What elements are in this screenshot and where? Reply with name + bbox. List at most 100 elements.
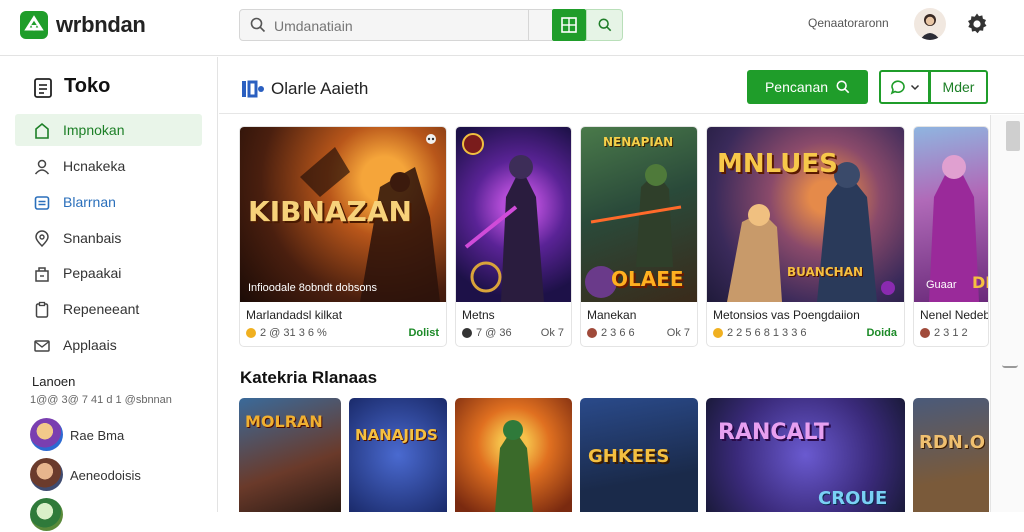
game-thumbnail[interactable] <box>456 127 571 302</box>
document-icon <box>34 78 52 98</box>
search-icon <box>250 17 266 33</box>
more-button[interactable]: Mder <box>929 70 988 104</box>
game-title[interactable]: Metns <box>462 308 495 322</box>
search-input[interactable] <box>274 16 514 36</box>
coin-icon <box>462 328 472 338</box>
friend-item[interactable]: Rae Bma <box>30 418 210 452</box>
sidebar-item-label: Snanbais <box>63 230 122 246</box>
grid-view-button[interactable] <box>552 9 586 41</box>
game-meta-text: 2 3 6 6 <box>601 327 635 339</box>
coin-icon <box>713 328 723 338</box>
account-label[interactable]: Qenaatoraronn <box>808 16 889 30</box>
search-box <box>239 9 529 41</box>
game-meta-text: 2 @ 31 3 6 % <box>260 327 327 339</box>
avatar <box>30 458 63 491</box>
friends-section-title: Lanoen <box>32 374 76 389</box>
coin-icon <box>920 328 930 338</box>
game-tile[interactable]: RDN.O <box>913 398 989 512</box>
sidebar-item-label: Hcnakeka <box>63 158 126 174</box>
status-badge: Ok 7 <box>540 327 564 339</box>
game-art-title: MNLUES <box>717 149 838 179</box>
game-art-subtitle: BUANCHAN <box>787 265 864 279</box>
game-title[interactable]: Metonsios vas Poengdaiion <box>713 308 860 322</box>
skull-icon <box>426 134 436 144</box>
sidebar-item-reports[interactable]: Repeneeant <box>15 293 202 325</box>
game-thumbnail[interactable]: Guaar DE <box>914 127 988 302</box>
game-thumbnail[interactable]: MNLUES BUANCHAN <box>707 127 904 302</box>
friend-name: Rae Bma <box>70 428 125 443</box>
scrollbar-thumb[interactable] <box>1006 121 1020 151</box>
sidebar-item-messages[interactable]: Applaais <box>15 329 202 361</box>
search-icon <box>598 18 611 32</box>
game-badge-icon <box>881 281 895 295</box>
search-icon <box>836 80 850 94</box>
location-icon <box>35 230 49 248</box>
game-meta: 2 2 5 6 8 1 3 3 6 <box>713 327 807 339</box>
coin-icon <box>587 328 597 338</box>
avatar <box>30 498 63 531</box>
game-title[interactable]: Manekan <box>587 308 636 322</box>
game-section-icon <box>242 80 264 98</box>
mail-icon <box>34 340 50 352</box>
sidebar-item-label: Pepaakai <box>63 265 122 281</box>
home-icon <box>35 122 49 139</box>
sidebar-item-store[interactable]: Pepaakai <box>15 257 202 289</box>
game-title[interactable]: Nenel Nedeb <box>920 308 988 322</box>
play-logo-icon[interactable] <box>18 9 50 41</box>
chat-dropdown-button[interactable] <box>879 70 930 104</box>
game-art-title: KIBNAZAN <box>248 195 412 228</box>
game-tile[interactable]: MOLRAN <box>239 398 341 512</box>
sidebar-item-label: Blarrnan <box>63 194 116 210</box>
status-badge: Dolist <box>408 327 439 339</box>
scrollbar-track[interactable] <box>990 115 1024 512</box>
status-badge: Ok 7 <box>666 327 690 339</box>
game-tile[interactable]: NANAJIDS <box>349 398 447 512</box>
section-title: Katekria Rlanaas <box>240 368 378 387</box>
game-meta: 7 @ 36 <box>462 327 512 339</box>
clipboard-icon <box>35 301 49 318</box>
game-art-title: OLAEE <box>611 267 684 291</box>
game-art-title: MOLRAN <box>245 412 323 431</box>
sidebar-item-cart[interactable]: Blarrnan <box>15 186 202 218</box>
game-meta-text: 7 @ 36 <box>476 327 512 339</box>
game-meta: 2 3 6 6 <box>587 327 635 339</box>
game-art-subtitle: NENAPIAN <box>603 135 674 149</box>
user-avatar[interactable] <box>914 8 946 40</box>
game-card[interactable]: NENAPIAN OLAEE Manekan 2 3 6 6 Ok 7 <box>580 126 698 347</box>
game-meta: 2 3 1 2 <box>920 327 968 339</box>
game-thumbnail[interactable]: KIBNAZAN Infioodale 8obndt dobsons <box>240 127 446 302</box>
gear-icon[interactable] <box>965 12 989 36</box>
game-card[interactable]: KIBNAZAN Infioodale 8obndt dobsons Marla… <box>239 126 447 347</box>
friends-section-subtitle: 1@@ 3@ 7 41 d 1 @sbnnan <box>30 394 172 406</box>
game-thumbnail[interactable]: NENAPIAN OLAEE <box>581 127 697 302</box>
game-tile[interactable]: RANCALT CROUE <box>706 398 905 512</box>
game-meta-text: 2 2 5 6 8 1 3 3 6 <box>727 327 807 339</box>
brand-name[interactable]: wrbndan <box>56 12 146 38</box>
scroll-indicator <box>1002 365 1018 368</box>
game-card[interactable]: Guaar DE Nenel Nedeb 2 3 1 2 <box>913 126 989 347</box>
search-button[interactable] <box>586 9 623 41</box>
game-card[interactable]: Metns 7 @ 36 Ok 7 <box>455 126 572 347</box>
game-title[interactable]: Marlandadsl kilkat <box>246 308 342 322</box>
search-divider <box>529 9 552 41</box>
sidebar: Toko Impnokan Hcnakeka Blarrnan Snanbais <box>0 57 218 531</box>
game-card[interactable]: MNLUES BUANCHAN Metonsios vas Poengdaiio… <box>706 126 905 347</box>
sidebar-item-location[interactable]: Snanbais <box>15 222 202 254</box>
sidebar-item-label: Impnokan <box>63 122 125 138</box>
friend-item[interactable]: Aeneodoisis <box>30 458 210 492</box>
game-tile[interactable] <box>455 398 572 512</box>
header-divider <box>219 113 1024 114</box>
sidebar-item-home[interactable]: Impnokan <box>15 114 202 146</box>
search-games-button[interactable]: Pencanan <box>747 70 868 104</box>
page-title: Olarle Aaieth <box>271 79 369 98</box>
sidebar-item-profile[interactable]: Hcnakeka <box>15 150 202 182</box>
game-tile[interactable]: GHKEES <box>580 398 698 512</box>
game-art-caption: Guaar <box>926 279 957 291</box>
game-art-title: NANAJIDS <box>355 426 438 444</box>
user-icon <box>34 159 50 175</box>
game-badge-icon <box>462 133 484 155</box>
game-art-title: DE <box>972 273 988 292</box>
friend-item[interactable] <box>30 498 210 532</box>
button-label: Pencanan <box>764 79 829 95</box>
store-icon <box>35 267 49 282</box>
